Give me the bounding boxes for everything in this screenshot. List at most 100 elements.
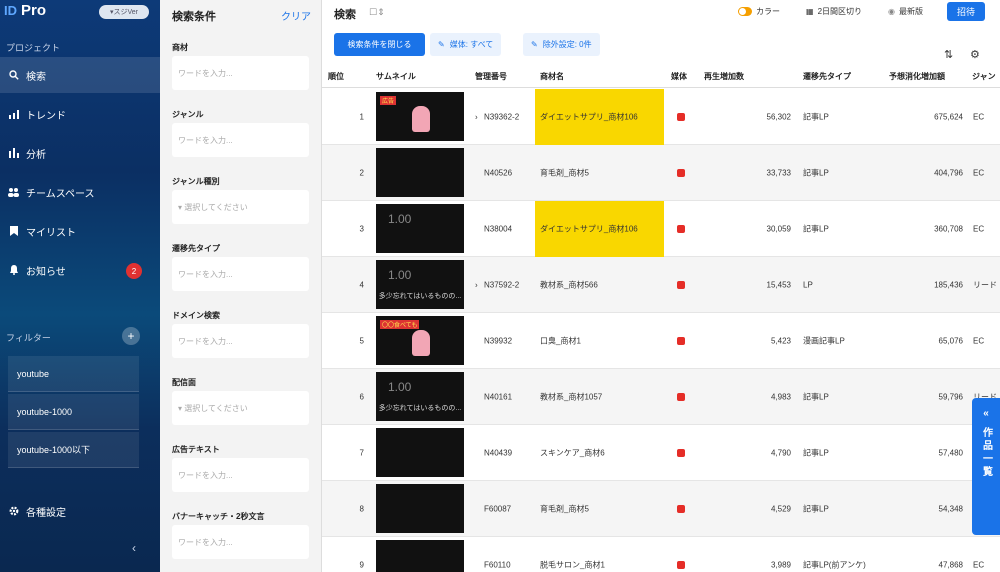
table-row[interactable]: 4 1.00 多少忘れてはいるものの... › N37592-2 教材系_商材566 15,… bbox=[322, 257, 1000, 313]
add-filter-button[interactable]: + bbox=[122, 327, 140, 345]
spend-cell: 360,708 bbox=[934, 224, 963, 233]
works-list-tab[interactable]: « 作品一覧 bbox=[972, 398, 1000, 535]
genre-cell: EC bbox=[973, 112, 985, 121]
gear-icon[interactable]: ⚙ bbox=[970, 48, 980, 61]
thumbnail[interactable] bbox=[376, 484, 464, 533]
spend-cell: 47,868 bbox=[938, 560, 963, 569]
thumbnail[interactable] bbox=[376, 148, 464, 197]
destination-type-input[interactable]: ワードを入力... bbox=[172, 257, 309, 291]
column-header[interactable]: 商材名 bbox=[540, 71, 564, 82]
filter-label: フィルター bbox=[6, 333, 51, 343]
table-row[interactable]: 7N40439スキンケア_商材64,790記事LP57,480EC bbox=[322, 425, 1000, 481]
youtube-icon bbox=[677, 448, 685, 457]
table-row[interactable]: 9 F60110 脱毛サロン_商材1 3,989 記事LP(前アンケ) 47,868 EC bbox=[322, 537, 1000, 572]
sidebar-item-trend[interactable]: トレンド bbox=[0, 96, 160, 132]
table-row[interactable]: 1 広告 › N39362-2 ダイエットサプリ_商材106 56,302 記事LP 675,… bbox=[322, 89, 1000, 145]
column-header[interactable]: 予想消化増加額 bbox=[889, 71, 945, 82]
sidebar-item-label: 検索 bbox=[26, 71, 46, 83]
close-search-button[interactable]: 検索条件を閉じる bbox=[334, 33, 425, 56]
media-filter-chip[interactable]: ✎ 媒体: すべて bbox=[430, 33, 502, 56]
genre-input[interactable]: ワードを入力... bbox=[172, 123, 309, 157]
sidebar-item-mylist[interactable]: マイリスト bbox=[0, 213, 160, 249]
sidebar-item-search[interactable]: 検索 bbox=[0, 57, 160, 93]
product-name-cell: 教材系_商材1057 bbox=[540, 392, 603, 401]
spend-cell: 404,796 bbox=[934, 168, 963, 177]
ad-text-input[interactable]: ワードを入力... bbox=[172, 458, 309, 492]
column-header[interactable]: 媒体 bbox=[671, 71, 687, 82]
saved-filter-item[interactable]: youtube bbox=[8, 356, 139, 392]
version-badge[interactable]: ▾スジVer bbox=[99, 5, 149, 19]
thumbnail[interactable] bbox=[376, 540, 464, 572]
column-header[interactable]: 再生増加数 bbox=[704, 71, 744, 82]
collapse-sidebar-icon[interactable]: ‹ bbox=[132, 541, 136, 555]
spend-cell: 57,480 bbox=[938, 448, 963, 457]
period-button[interactable]: ▦ 2日間区切り bbox=[806, 6, 862, 17]
table-header: 順位 サムネイル 管理番号 商材名 媒体 再生増加数 遷移先タイプ 予想消化増加… bbox=[322, 64, 1000, 88]
column-header[interactable]: 順位 bbox=[328, 71, 344, 82]
banner-catch-input[interactable]: ワードを入力... bbox=[172, 525, 309, 559]
toggle-switch[interactable] bbox=[738, 7, 752, 16]
rank-cell: 5 bbox=[359, 336, 364, 345]
sidebar-item-analysis[interactable]: 分析 bbox=[0, 135, 160, 171]
exclude-filter-chip[interactable]: ✎ 除外設定: 0件 bbox=[523, 33, 600, 56]
thumbnail[interactable] bbox=[376, 428, 464, 477]
column-header[interactable]: サムネイル bbox=[376, 71, 416, 82]
expand-chevron-icon[interactable]: › bbox=[475, 280, 478, 289]
product-input[interactable]: ワードを入力... bbox=[172, 56, 309, 90]
thumb-caption: 多少忘れてはいるものの... bbox=[378, 405, 462, 412]
column-header[interactable]: ジャン bbox=[972, 71, 996, 82]
product-name-cell: 口臭_商材1 bbox=[540, 336, 581, 345]
filter-panel-title: 検索条件 bbox=[172, 11, 216, 23]
field-label: 配信面 bbox=[172, 378, 196, 387]
latest-version-button[interactable]: ◉ 最新版 bbox=[888, 6, 923, 17]
thumbnail[interactable]: 広告 bbox=[376, 92, 464, 141]
product-name-cell: 脱毛サロン_商材1 bbox=[540, 560, 605, 569]
destination-cell: LP bbox=[803, 280, 813, 289]
saved-filter-item[interactable]: youtube-1000以下 bbox=[8, 432, 139, 468]
project-label: プロジェクト bbox=[6, 43, 61, 53]
table-row[interactable]: 5 〇〇食べても N39932 口臭_商材1 5,423 漫画記事LP 65,076 EC bbox=[322, 313, 1000, 369]
youtube-icon bbox=[677, 224, 685, 233]
table-row[interactable]: 2 N40526 育毛剤_商材5 33,733 記事LP 404,796 EC bbox=[322, 145, 1000, 201]
plays-cell: 3,989 bbox=[770, 560, 791, 569]
trend-icon bbox=[8, 109, 19, 120]
thumbnail[interactable]: 1.00 多少忘れてはいるものの... bbox=[376, 372, 464, 421]
table-row[interactable]: 3 1.00 N38004 ダイエットサプリ_商材106 30,059 記事LP 360,7… bbox=[322, 201, 1000, 257]
table-row[interactable]: 8F60087育毛剤_商材54,529記事LP54,348EC bbox=[322, 481, 1000, 537]
thumbnail[interactable]: 1.00 多少忘れてはいるものの... bbox=[376, 260, 464, 309]
clear-filters-link[interactable]: クリア bbox=[281, 8, 311, 23]
column-header[interactable]: 遷移先タイプ bbox=[803, 71, 851, 82]
genre-cell: リード bbox=[973, 280, 997, 289]
placement-select[interactable]: ▾ 選択してください bbox=[172, 391, 309, 425]
thumbnail[interactable]: 〇〇食べても bbox=[376, 316, 464, 365]
spend-cell: 59,796 bbox=[938, 392, 963, 401]
domain-search-input[interactable]: ワードを入力... bbox=[172, 324, 309, 358]
expand-chevron-icon[interactable]: › bbox=[475, 112, 478, 121]
youtube-icon bbox=[677, 560, 685, 569]
destination-cell: 記事LP bbox=[803, 504, 829, 513]
sidebar-item-settings[interactable]: 各種設定 bbox=[0, 493, 160, 529]
id-cell: N39932 bbox=[484, 336, 513, 345]
column-header[interactable]: 管理番号 bbox=[475, 71, 507, 82]
field-label: 遷移先タイプ bbox=[172, 244, 220, 253]
color-toggle[interactable]: カラー bbox=[738, 6, 780, 17]
media-chip-label: 媒体: すべて bbox=[449, 40, 494, 49]
sidebar-item-team[interactable]: チームスペース bbox=[0, 174, 160, 210]
main-area: 検索 ☐⇕ カラー ▦ 2日間区切り ◉ 最新版 招待 検索条件を閉じる ✎ 媒… bbox=[322, 0, 1000, 572]
sort-icon[interactable]: ⇅ bbox=[944, 48, 953, 61]
id-cell: N39362-2 bbox=[484, 112, 520, 121]
view-toggle-icon[interactable]: ☐⇕ bbox=[369, 7, 385, 18]
spend-cell: 675,624 bbox=[934, 112, 963, 121]
invite-button[interactable]: 招待 bbox=[947, 2, 985, 21]
logo[interactable]: ID Pro bbox=[4, 2, 46, 19]
destination-cell: 記事LP(前アンケ) bbox=[803, 560, 866, 569]
thumbnail[interactable]: 1.00 bbox=[376, 204, 464, 253]
bar-chart-icon bbox=[8, 148, 19, 159]
table-row[interactable]: 6 1.00 多少忘れてはいるものの... N40161 教材系_商材1057 4,983… bbox=[322, 369, 1000, 425]
saved-filter-item[interactable]: youtube-1000 bbox=[8, 394, 139, 430]
genre-type-select[interactable]: ▾ 選択してください bbox=[172, 190, 309, 224]
id-cell: N38004 bbox=[484, 224, 513, 233]
rank-cell: 9 bbox=[359, 560, 364, 569]
rank-cell: 4 bbox=[359, 280, 364, 289]
sidebar-item-notifications[interactable]: お知らせ 2 bbox=[0, 252, 160, 288]
